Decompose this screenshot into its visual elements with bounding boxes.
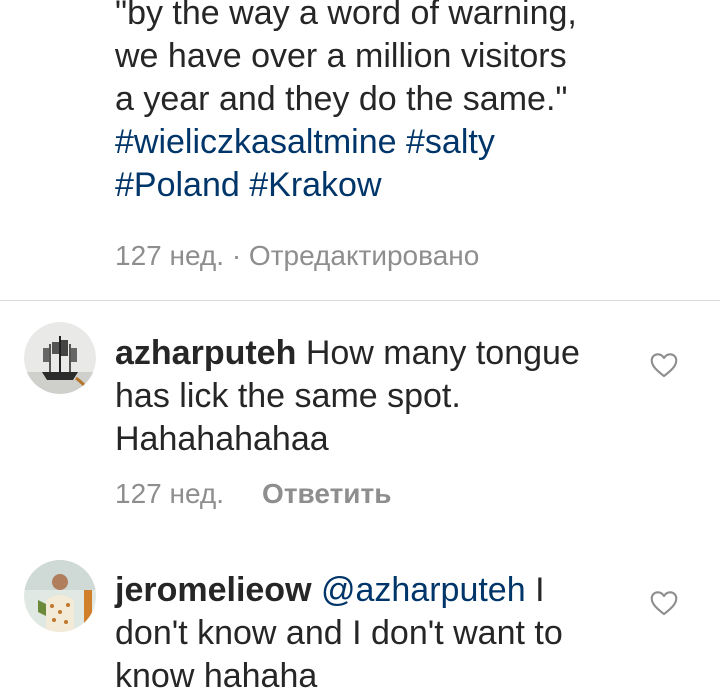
hashtag-link[interactable]: #Krakow <box>249 166 381 204</box>
ship-sketch-avatar <box>24 322 96 394</box>
comment-text: azharputeh How many tongue has lick the … <box>115 332 625 461</box>
avatar[interactable] <box>24 322 96 394</box>
comment-body: don't know and I don't want to <box>115 614 563 652</box>
caption-line: "by the way a word of warning, <box>115 0 577 32</box>
avatar[interactable] <box>24 560 96 632</box>
caption-hashtags: #Poland #Krakow <box>115 164 675 207</box>
reply-button[interactable]: Ответить <box>262 478 391 509</box>
comment-username[interactable]: azharputeh <box>115 334 296 372</box>
caption-hashtags: #wieliczkasaltmine #salty <box>115 121 675 164</box>
caption-line: a year and they do the same." <box>115 80 568 118</box>
comment-body: know hahaha <box>115 657 318 695</box>
comment-body: I <box>535 571 545 609</box>
hashtag-link[interactable]: #wieliczkasaltmine <box>115 123 397 161</box>
comment-body: has lick the same spot. <box>115 377 461 415</box>
caption-meta: 127 нед. · Отредактировано <box>115 240 480 271</box>
heart-outline-icon[interactable] <box>650 352 678 378</box>
post-caption: "by the way a word of warning, we have o… <box>115 0 675 207</box>
comment-username[interactable]: jeromelieow <box>115 571 312 609</box>
hashtag-link[interactable]: #Poland <box>115 166 240 204</box>
comment-body: How many tongue <box>305 334 580 372</box>
hashtag-link[interactable]: #salty <box>406 123 495 161</box>
mention-link[interactable]: @azharputeh <box>321 571 526 609</box>
person-avatar <box>24 560 96 632</box>
comment-text: jeromelieow @azharputeh I don't know and… <box>115 569 625 698</box>
comment-meta: 127 нед. Ответить <box>115 478 391 510</box>
comment-time: 127 нед. <box>115 478 225 509</box>
comment-body: Hahahahahaa <box>115 420 329 458</box>
divider <box>0 300 720 301</box>
caption-line: we have over a million visitors <box>115 37 567 75</box>
heart-outline-icon[interactable] <box>650 590 678 616</box>
